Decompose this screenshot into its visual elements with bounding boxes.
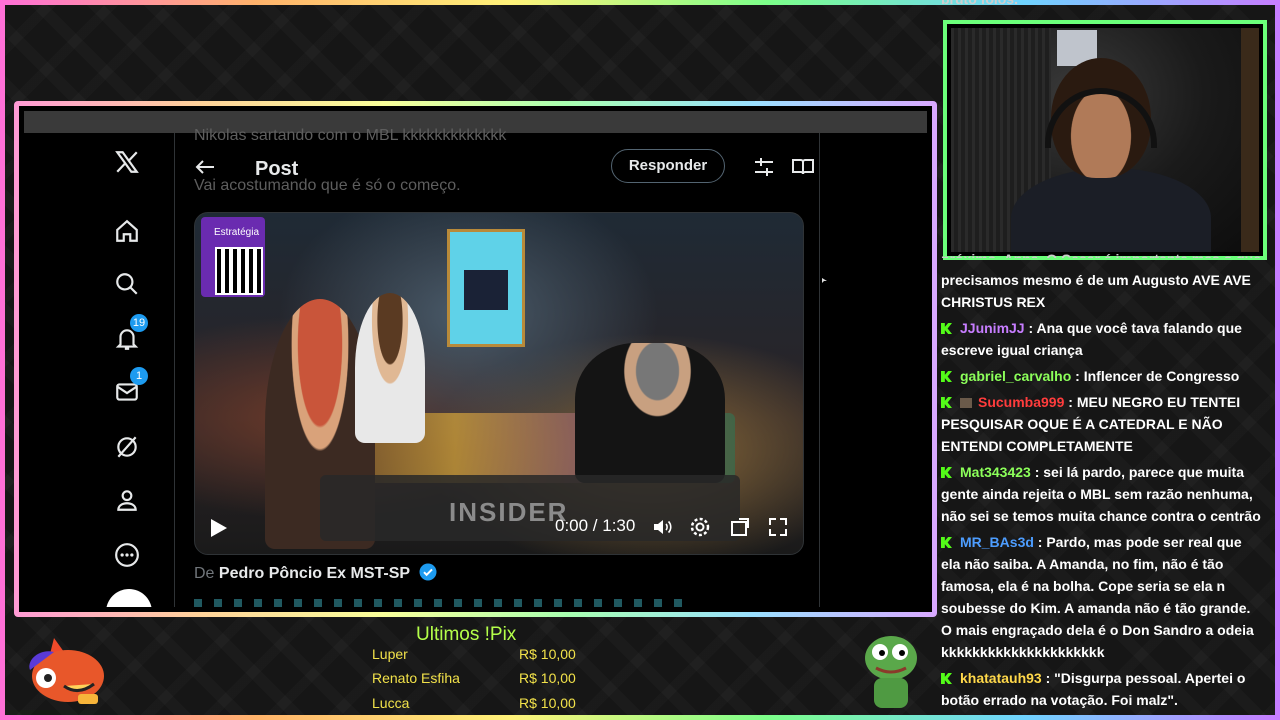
- chat-username[interactable]: khatatauh93: [960, 670, 1042, 686]
- video-person: [355, 293, 425, 443]
- faded-background: [194, 599, 694, 607]
- chat-cut-message: próximo, Anna. O Cesar é importante mas …: [941, 248, 1263, 258]
- profile-icon[interactable]: [112, 485, 142, 515]
- x-page: Nikolas sartando com o MBL kkkkkkkkkkkkk…: [24, 111, 927, 607]
- chat-cut-message: bruto folos.: [941, 0, 1018, 10]
- video-timecode: 0:00 / 1:30: [555, 516, 636, 535]
- chat-username[interactable]: Sucumba999: [978, 394, 1064, 410]
- chat-message-text: precisamos mesmo é de um Augusto AVE AVE…: [941, 272, 1251, 310]
- pix-amount: R$ 10,00: [519, 646, 576, 662]
- video-player[interactable]: Estratégia INSIDER 0:00 / 1:30: [194, 212, 804, 555]
- pepe-frog-icon: [865, 636, 917, 708]
- chat-username[interactable]: gabriel_carvalho: [960, 368, 1071, 384]
- divider: [819, 133, 820, 607]
- divider: [174, 133, 175, 607]
- kick-icon: [941, 371, 952, 382]
- post-header: Post Responder: [175, 133, 819, 203]
- chat-message: MR_BAs3d : Pardo, mas pode ser real que …: [941, 531, 1263, 663]
- play-icon[interactable]: [211, 519, 227, 537]
- kick-icon: [941, 323, 952, 334]
- reply-button[interactable]: Responder: [611, 149, 725, 183]
- cartoon-mascot-icon: [29, 638, 104, 704]
- chat-message: Mat343423 : sei lá pardo, parece que mui…: [941, 461, 1263, 527]
- chat-message: JJunimJJ : Ana que você tava falando que…: [941, 317, 1263, 361]
- more-icon[interactable]: [112, 540, 142, 570]
- chat-panel: bruto folos. próximo, Anna. O Cesar é im…: [941, 0, 1271, 716]
- pix-donor: Lucca: [372, 695, 410, 711]
- chat-username[interactable]: JJunimJJ: [960, 320, 1025, 336]
- home-icon[interactable]: [112, 216, 142, 246]
- reader-icon[interactable]: [792, 156, 814, 178]
- kick-icon: [941, 467, 952, 478]
- pix-title: Ultimos !Pix: [416, 624, 517, 645]
- messages-badge: 1: [130, 367, 148, 385]
- verified-badge-icon: [419, 563, 437, 581]
- kick-icon: [941, 537, 952, 548]
- qr-code: [215, 247, 263, 295]
- chat-message-text: : Pardo, mas pode ser real que ela não s…: [941, 534, 1254, 660]
- screen-capture: Nikolas sartando com o MBL kkkkkkkkkkkkk…: [14, 101, 937, 617]
- kick-icon: [941, 673, 952, 684]
- author-prefix: De: [194, 565, 215, 582]
- sponsor-logo: Estratégia: [201, 217, 265, 297]
- chat-username[interactable]: MR_BAs3d: [960, 534, 1034, 550]
- chat-username[interactable]: Mat343423: [960, 464, 1031, 480]
- sponsor-logo-text: Estratégia: [214, 227, 260, 238]
- notifications-badge: 19: [130, 314, 148, 332]
- page-title: Post: [255, 158, 299, 180]
- settings-gear-icon[interactable]: [689, 516, 711, 538]
- video-author: De Pedro Pôncio Ex MST-SP: [194, 563, 437, 583]
- post-compose-button[interactable]: [106, 589, 152, 607]
- chat-message-text: : Inflencer de Congresso: [1071, 368, 1240, 384]
- search-icon[interactable]: [112, 269, 142, 299]
- video-person: [575, 343, 725, 483]
- video-controls: 0:00 / 1:30: [195, 503, 803, 554]
- pix-donor: Renato Esfiha: [372, 670, 460, 686]
- picture-in-picture-icon[interactable]: [729, 516, 751, 538]
- chat-message: precisamos mesmo é de um Augusto AVE AVE…: [941, 269, 1263, 313]
- chat-message: gabriel_carvalho : Inflencer de Congress…: [941, 365, 1263, 387]
- poster-frame: [447, 229, 525, 347]
- emote-icon: [960, 398, 972, 408]
- pix-amount: R$ 10,00: [519, 695, 576, 711]
- filter-icon[interactable]: [753, 156, 775, 178]
- chat-message: Sucumba999 : MEU NEGRO EU TENTEI PESQUIS…: [941, 391, 1263, 457]
- kick-icon: [941, 397, 952, 408]
- pix-amount: R$ 10,00: [519, 670, 576, 686]
- volume-icon[interactable]: [651, 516, 673, 538]
- author-name[interactable]: Pedro Pôncio Ex MST-SP: [219, 565, 410, 582]
- pix-donor: Luper: [372, 646, 408, 662]
- fullscreen-icon[interactable]: [767, 516, 789, 538]
- x-logo-icon[interactable]: [112, 147, 142, 177]
- chat-message: khatatauh93 : "Disgurpa pessoal. Apertei…: [941, 667, 1263, 711]
- back-arrow-icon[interactable]: [195, 159, 215, 180]
- grok-icon[interactable]: [112, 432, 142, 462]
- x-sidebar: 19 1: [24, 133, 174, 607]
